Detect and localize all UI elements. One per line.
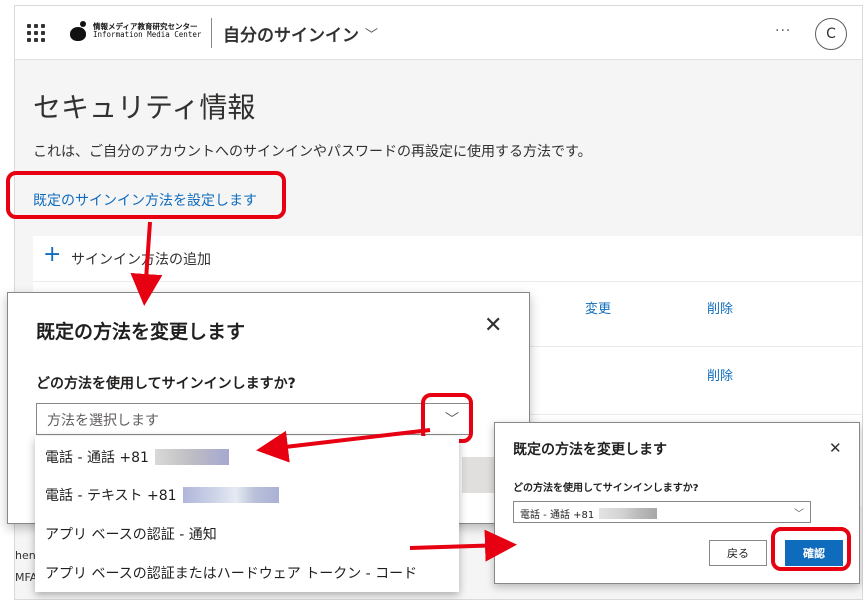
back-button[interactable]: 戻る [709,540,767,566]
logo-text-en: Information Media Center [93,30,202,39]
method-dropdown-list: 電話 - 通話 +81 電話 - テキスト +81 アプリ ベースの認証 - 通… [35,436,459,592]
option-app-code[interactable]: アプリ ベースの認証またはハードウェア トークン - コード [45,563,417,583]
chevron-down-icon: ﹀ [365,28,379,43]
option-phone-call[interactable]: 電話 - 通話 +81 [45,447,229,467]
redacted-number [182,487,279,503]
delete-link[interactable]: 削除 [707,365,733,384]
header-divider [211,18,212,48]
highlight-box-confirm-button [771,527,851,571]
add-method-label: サインイン方法の追加 [71,252,211,268]
dialog-question: どの方法を使用してサインインしますか? [513,483,699,494]
dialog-title: 既定の方法を変更します [36,321,246,343]
app-launcher-icon[interactable] [27,24,45,42]
option-phone-text[interactable]: 電話 - テキスト +81 [45,485,279,505]
method-select[interactable]: 電話 - 通話 +81 ﹀ [513,501,811,523]
redacted-number [154,449,229,465]
add-method-row[interactable]: + サインイン方法の追加 [33,236,862,282]
method-select-value: 電話 - 通話 +81 [520,506,658,521]
org-logo: 情報メディア教育研究センター Information Media Center [69,21,201,41]
highlight-box-default-link [6,171,286,219]
method-select[interactable]: 方法を選択します ﹀ [36,403,470,435]
dialog-title: 既定の方法を変更します [513,442,667,458]
plus-icon: + [43,242,62,267]
close-icon[interactable]: ✕ [829,439,842,457]
top-bar: 情報メディア教育研究センター Information Media Center … [15,6,862,60]
page-description: これは、ご自分のアカウントへのサインインやパスワードの再設定に使用する方法です。 [33,144,592,160]
page-title: セキュリティ情報 [33,91,256,124]
logo-mark-icon [69,21,89,41]
option-app-notification[interactable]: アプリ ベースの認証 - 通知 [45,524,217,544]
option-label: アプリ ベースの認証またはハードウェア トークン - コード [45,566,418,582]
change-link[interactable]: 変更 [585,298,611,317]
delete-link[interactable]: 削除 [707,298,733,317]
selected-method-label: 電話 - 通話 +81 [520,510,595,521]
avatar[interactable]: C [815,18,847,50]
option-label: アプリ ベースの認証 - 通知 [45,527,217,543]
more-options-icon[interactable]: ··· [775,23,791,39]
option-label: 電話 - テキスト +81 [45,488,177,504]
redacted-number [599,508,658,519]
option-label: 電話 - 通話 +81 [45,450,149,466]
app-title: 自分のサインイン [223,26,359,46]
chevron-down-icon[interactable]: ﹀ [794,505,804,520]
app-title-menu[interactable]: 自分のサインイン ﹀ [223,21,378,46]
method-select-placeholder: 方法を選択します [47,413,159,429]
dialog-question: どの方法を使用してサインインしますか? [36,376,296,392]
close-icon[interactable]: ✕ [484,315,502,337]
